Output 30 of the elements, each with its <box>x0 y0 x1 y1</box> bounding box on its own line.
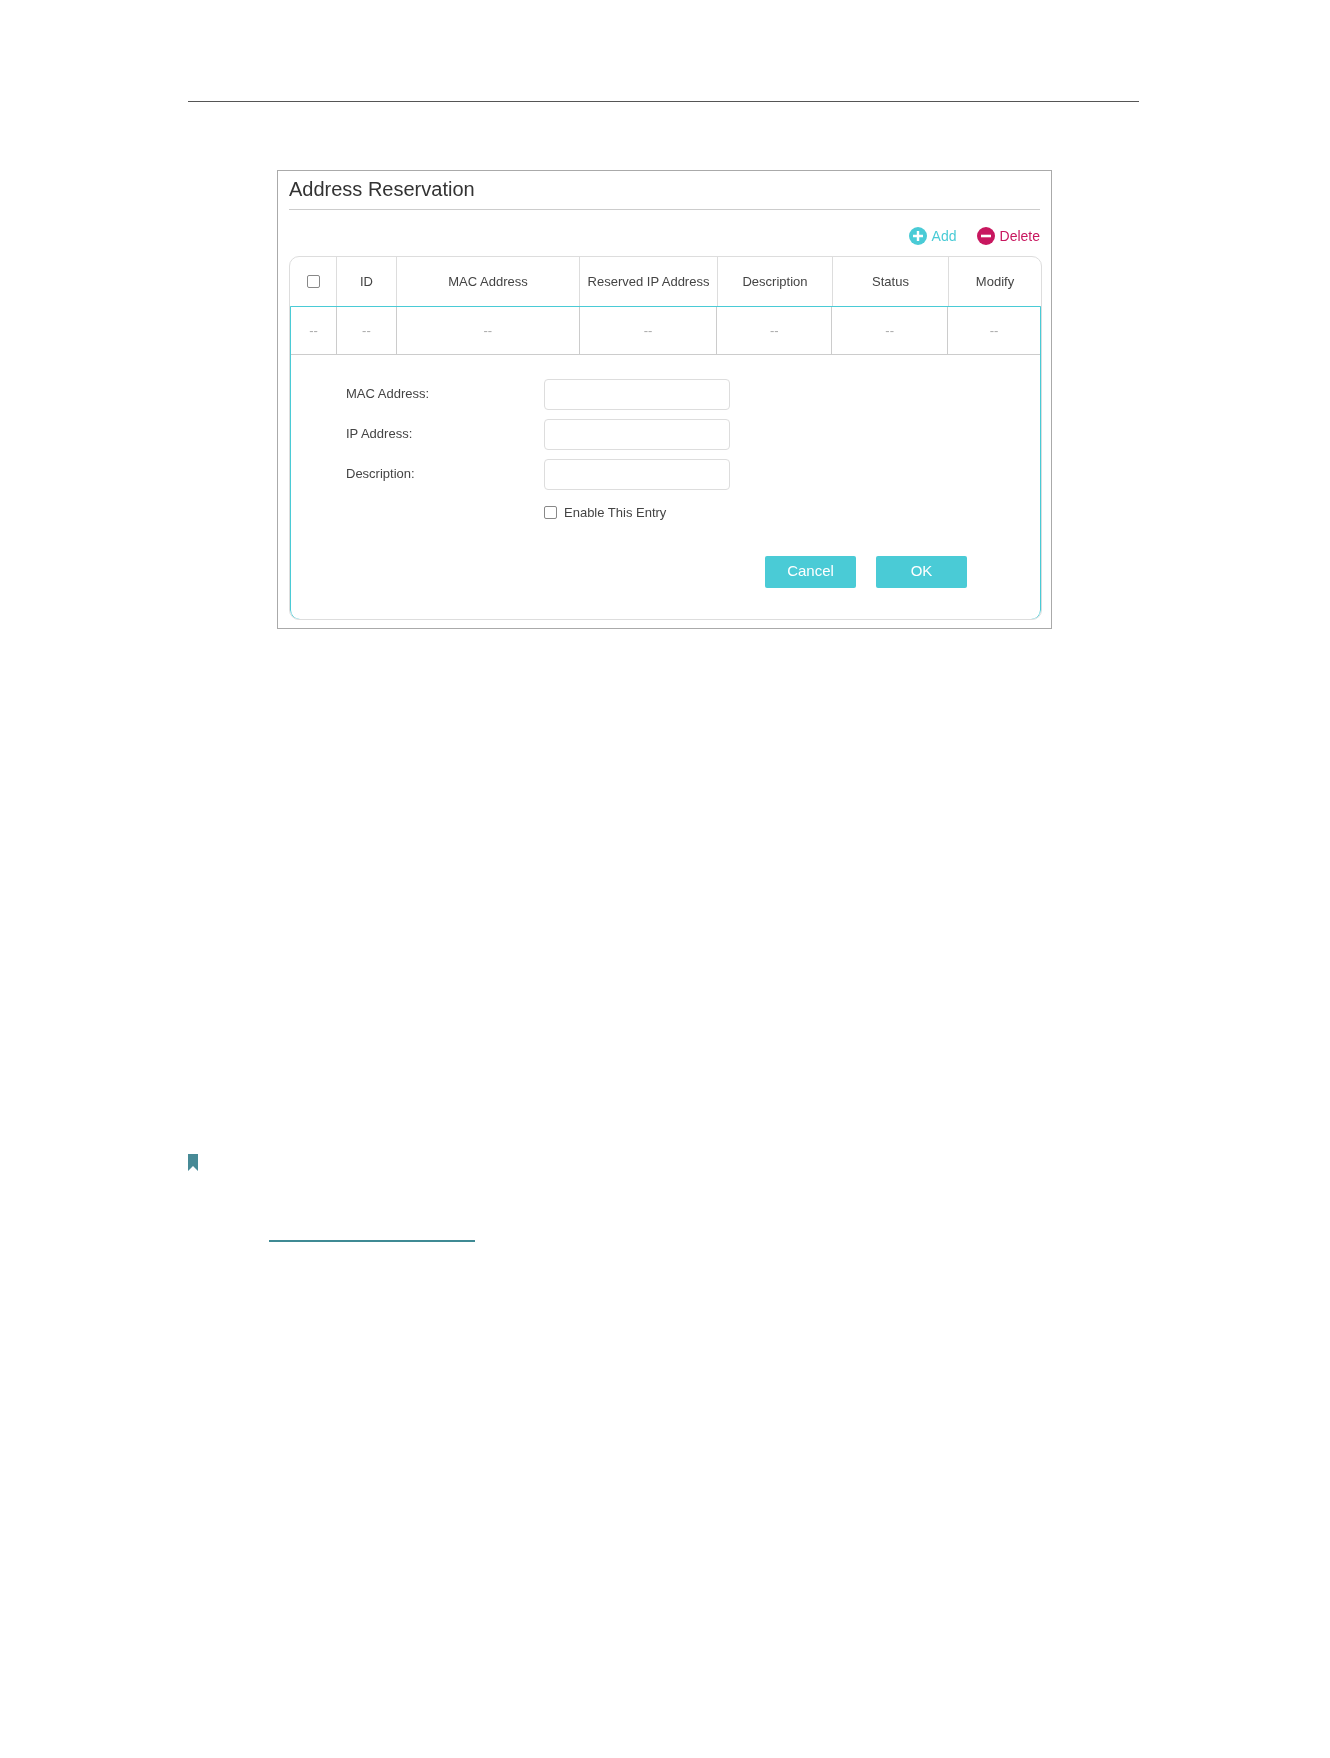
table-cell-text: -- <box>989 321 999 340</box>
checkbox-label: Enable This Entry <box>564 504 667 522</box>
cancel-button[interactable]: Cancel <box>765 555 856 588</box>
checkbox[interactable] <box>544 506 557 520</box>
table-cell-text: -- <box>770 321 779 340</box>
plus-icon <box>908 227 927 245</box>
table-cell-text: -- <box>362 321 371 340</box>
minus-icon <box>976 227 995 245</box>
delete-button[interactable]: Delete <box>976 225 1040 247</box>
table-cell-text: -- <box>309 321 318 340</box>
panel-title: Address Reservation <box>289 177 476 202</box>
field-label: IP Address: <box>346 425 414 444</box>
ok-button[interactable]: OK <box>876 555 967 588</box>
input-field[interactable] <box>544 418 730 450</box>
column-header: Description <box>742 272 808 291</box>
input-field[interactable] <box>544 378 730 410</box>
column-header: Modify <box>975 272 1015 291</box>
table-cell-text: -- <box>483 321 493 340</box>
table-cell-text: -- <box>885 321 894 340</box>
field-label: Description: <box>346 465 416 484</box>
column-header: Status <box>872 272 909 291</box>
bookmark-icon <box>188 1154 198 1171</box>
field-label: MAC Address: <box>346 385 431 404</box>
column-header: ID <box>360 272 373 291</box>
add-button[interactable]: Add <box>908 225 957 247</box>
column-header: MAC Address <box>448 272 528 291</box>
checkbox[interactable] <box>306 275 320 288</box>
table-cell-text: -- <box>643 321 653 340</box>
input-field[interactable] <box>544 458 730 490</box>
column-header: Reserved IP Address <box>587 272 710 291</box>
